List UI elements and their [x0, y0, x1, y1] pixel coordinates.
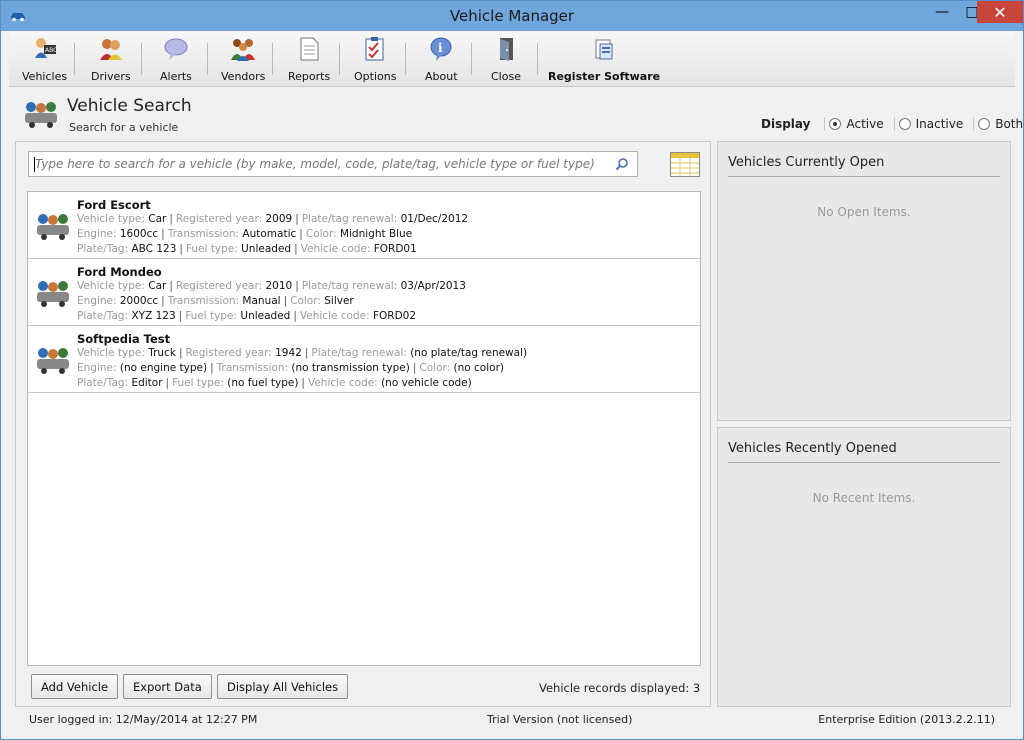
radio-selected-icon — [829, 118, 842, 130]
panel-title: Vehicles Currently Open — [728, 155, 885, 170]
title-bar[interactable]: Vehicle Manager — □ ✕ — [1, 1, 1023, 31]
minimize-button[interactable]: — — [927, 1, 957, 23]
vehicle-name: Softpedia Test — [77, 332, 171, 346]
radio-both[interactable]: Both — [973, 117, 1024, 131]
list-item[interactable]: Ford Mondeo Vehicle type: Car | Registered… — [28, 259, 700, 326]
info-icon: i — [427, 35, 455, 63]
vehicle-list: Ford Escort Vehicle type: Car | Registered… — [27, 191, 701, 666]
list-item[interactable]: Softpedia Test Vehicle type: Truck | Regis… — [28, 326, 700, 393]
vendors-label: Vendors — [221, 70, 266, 83]
list-item[interactable]: Ford Escort Vehicle type: Car | Registered… — [28, 192, 700, 259]
vehicle-search-icon — [25, 102, 57, 128]
radio-empty-icon — [898, 118, 911, 130]
reports-label: Reports — [288, 70, 331, 83]
panel-title: Vehicles Recently Opened — [728, 441, 897, 456]
close-button[interactable]: Close — [491, 35, 521, 85]
status-bar: User logged in: 12/May/2014 at 12:27 PM … — [15, 710, 1011, 730]
status-edition: Enterprise Edition (2013.2.2.11) — [818, 713, 995, 726]
radio-empty-icon — [978, 118, 991, 130]
register-label: Register Software — [548, 70, 661, 83]
vendors-button[interactable]: Vendors — [221, 35, 265, 85]
door-icon — [492, 35, 520, 63]
open-vehicles-panel: Vehicles Currently Open No Open Items. — [717, 141, 1011, 421]
page-subtitle: Search for a vehicle — [69, 121, 179, 134]
vehicle-group-icon — [37, 281, 69, 307]
vehicle-name: Ford Escort — [77, 198, 151, 212]
display-filter: Display Active Inactive Both — [761, 117, 1024, 131]
drivers-label: Drivers — [91, 70, 131, 83]
reports-button[interactable]: Reports — [288, 35, 330, 85]
svg-text:i: i — [438, 41, 443, 55]
vehicles-icon: ABC — [31, 35, 59, 63]
app-window: Vehicle Manager — □ ✕ ABC Vehicles Drive… — [0, 0, 1024, 740]
vehicle-name: Ford Mondeo — [77, 265, 162, 279]
radio-active[interactable]: Active — [824, 117, 887, 131]
empty-message: No Recent Items. — [812, 491, 916, 505]
vehicle-group-icon — [37, 348, 69, 374]
grid-view-icon[interactable] — [670, 152, 700, 177]
options-label: Options — [354, 70, 397, 83]
document-icon — [295, 35, 323, 63]
about-label: About — [425, 70, 458, 83]
search-box[interactable] — [28, 151, 638, 177]
empty-message: No Open Items. — [817, 205, 911, 219]
vehicles-button[interactable]: ABC Vehicles — [22, 35, 67, 85]
alerts-button[interactable]: Alerts — [160, 35, 192, 85]
export-data-button[interactable]: Export Data — [123, 674, 212, 699]
record-count: Vehicle records displayed: 3 — [539, 681, 701, 695]
drivers-icon — [97, 35, 125, 63]
search-panel: Ford Escort Vehicle type: Car|Registered… — [15, 141, 711, 707]
register-software-button[interactable]: Register Software — [548, 35, 660, 85]
svg-text:ABC: ABC — [45, 47, 57, 54]
register-icon — [590, 35, 618, 63]
close-label: Close — [491, 70, 521, 83]
options-button[interactable]: Options — [354, 35, 396, 85]
checklist-icon — [361, 35, 389, 63]
add-vehicle-button[interactable]: Add Vehicle — [31, 674, 119, 699]
recent-vehicles-panel: Vehicles Recently Opened No Recent Items… — [717, 427, 1011, 707]
status-user: User logged in: 12/May/2014 at 12:27 PM — [29, 713, 258, 726]
search-input[interactable] — [29, 153, 609, 175]
speech-bubble-icon — [162, 35, 190, 63]
close-window-button[interactable]: ✕ — [977, 1, 1023, 23]
vendors-icon — [229, 35, 257, 63]
search-icon[interactable] — [615, 157, 629, 171]
status-license: Trial Version (not licensed) — [487, 713, 633, 726]
alerts-label: Alerts — [160, 70, 192, 83]
toolbar: ABC Vehicles Drivers Alerts Vendors Repo… — [9, 31, 1015, 87]
drivers-button[interactable]: Drivers — [91, 35, 131, 85]
vehicle-group-icon — [37, 214, 69, 240]
window-title: Vehicle Manager — [449, 7, 575, 25]
page-title: Vehicle Search — [67, 96, 192, 116]
display-label: Display — [761, 117, 811, 131]
about-button[interactable]: i About — [425, 35, 458, 85]
vehicles-label: Vehicles — [22, 70, 68, 83]
display-all-button[interactable]: Display All Vehicles — [217, 674, 349, 699]
search-header: Vehicle Search Search for a vehicle Disp… — [9, 87, 1023, 141]
radio-inactive[interactable]: Inactive — [893, 117, 968, 131]
